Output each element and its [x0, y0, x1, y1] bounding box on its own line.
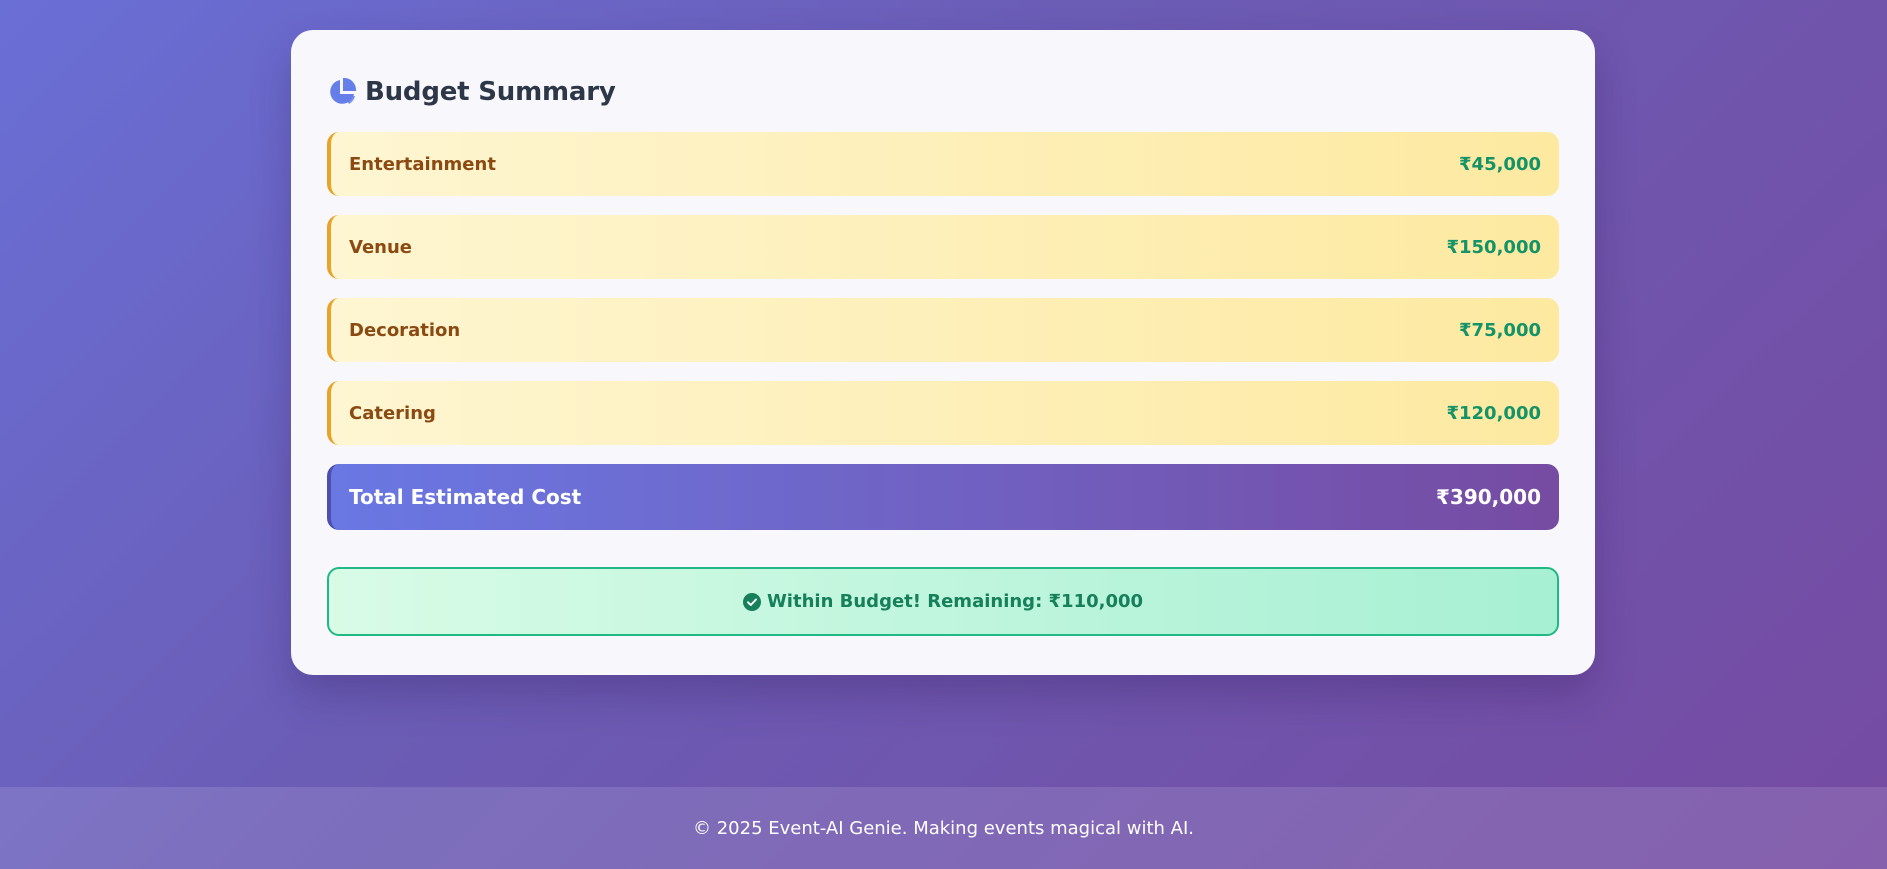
- budget-item-venue: Venue ₹150,000: [327, 215, 1559, 279]
- budget-status-banner: Within Budget! Remaining: ₹110,000: [327, 567, 1559, 636]
- pie-chart-icon: [327, 77, 357, 107]
- total-label: Total Estimated Cost: [349, 485, 582, 509]
- budget-item-label: Entertainment: [349, 153, 496, 175]
- budget-summary-title: Budget Summary: [365, 77, 616, 107]
- footer: © 2025 Event-AI Genie. Making events mag…: [0, 787, 1887, 869]
- budget-status-text: Within Budget! Remaining: ₹110,000: [766, 591, 1144, 612]
- budget-item-label: Catering: [349, 402, 436, 424]
- budget-item-amount: ₹150,000: [1446, 236, 1541, 258]
- budget-item-decoration: Decoration ₹75,000: [327, 298, 1559, 362]
- budget-item-entertainment: Entertainment ₹45,000: [327, 132, 1559, 196]
- budget-item-amount: ₹120,000: [1446, 402, 1541, 424]
- total-amount: ₹390,000: [1435, 485, 1541, 509]
- budget-item-label: Decoration: [349, 319, 461, 341]
- budget-item-amount: ₹45,000: [1459, 153, 1541, 175]
- budget-summary-card: Budget Summary Entertainment ₹45,000 Ven…: [291, 30, 1595, 675]
- check-circle-icon: [742, 592, 761, 611]
- budget-item-catering: Catering ₹120,000: [327, 381, 1559, 445]
- footer-text: © 2025 Event-AI Genie. Making events mag…: [692, 817, 1194, 839]
- budget-item-amount: ₹75,000: [1459, 319, 1541, 341]
- budget-item-label: Venue: [349, 236, 412, 258]
- total-estimated-cost-row: Total Estimated Cost ₹390,000: [327, 464, 1559, 530]
- budget-summary-header: Budget Summary: [327, 72, 1559, 112]
